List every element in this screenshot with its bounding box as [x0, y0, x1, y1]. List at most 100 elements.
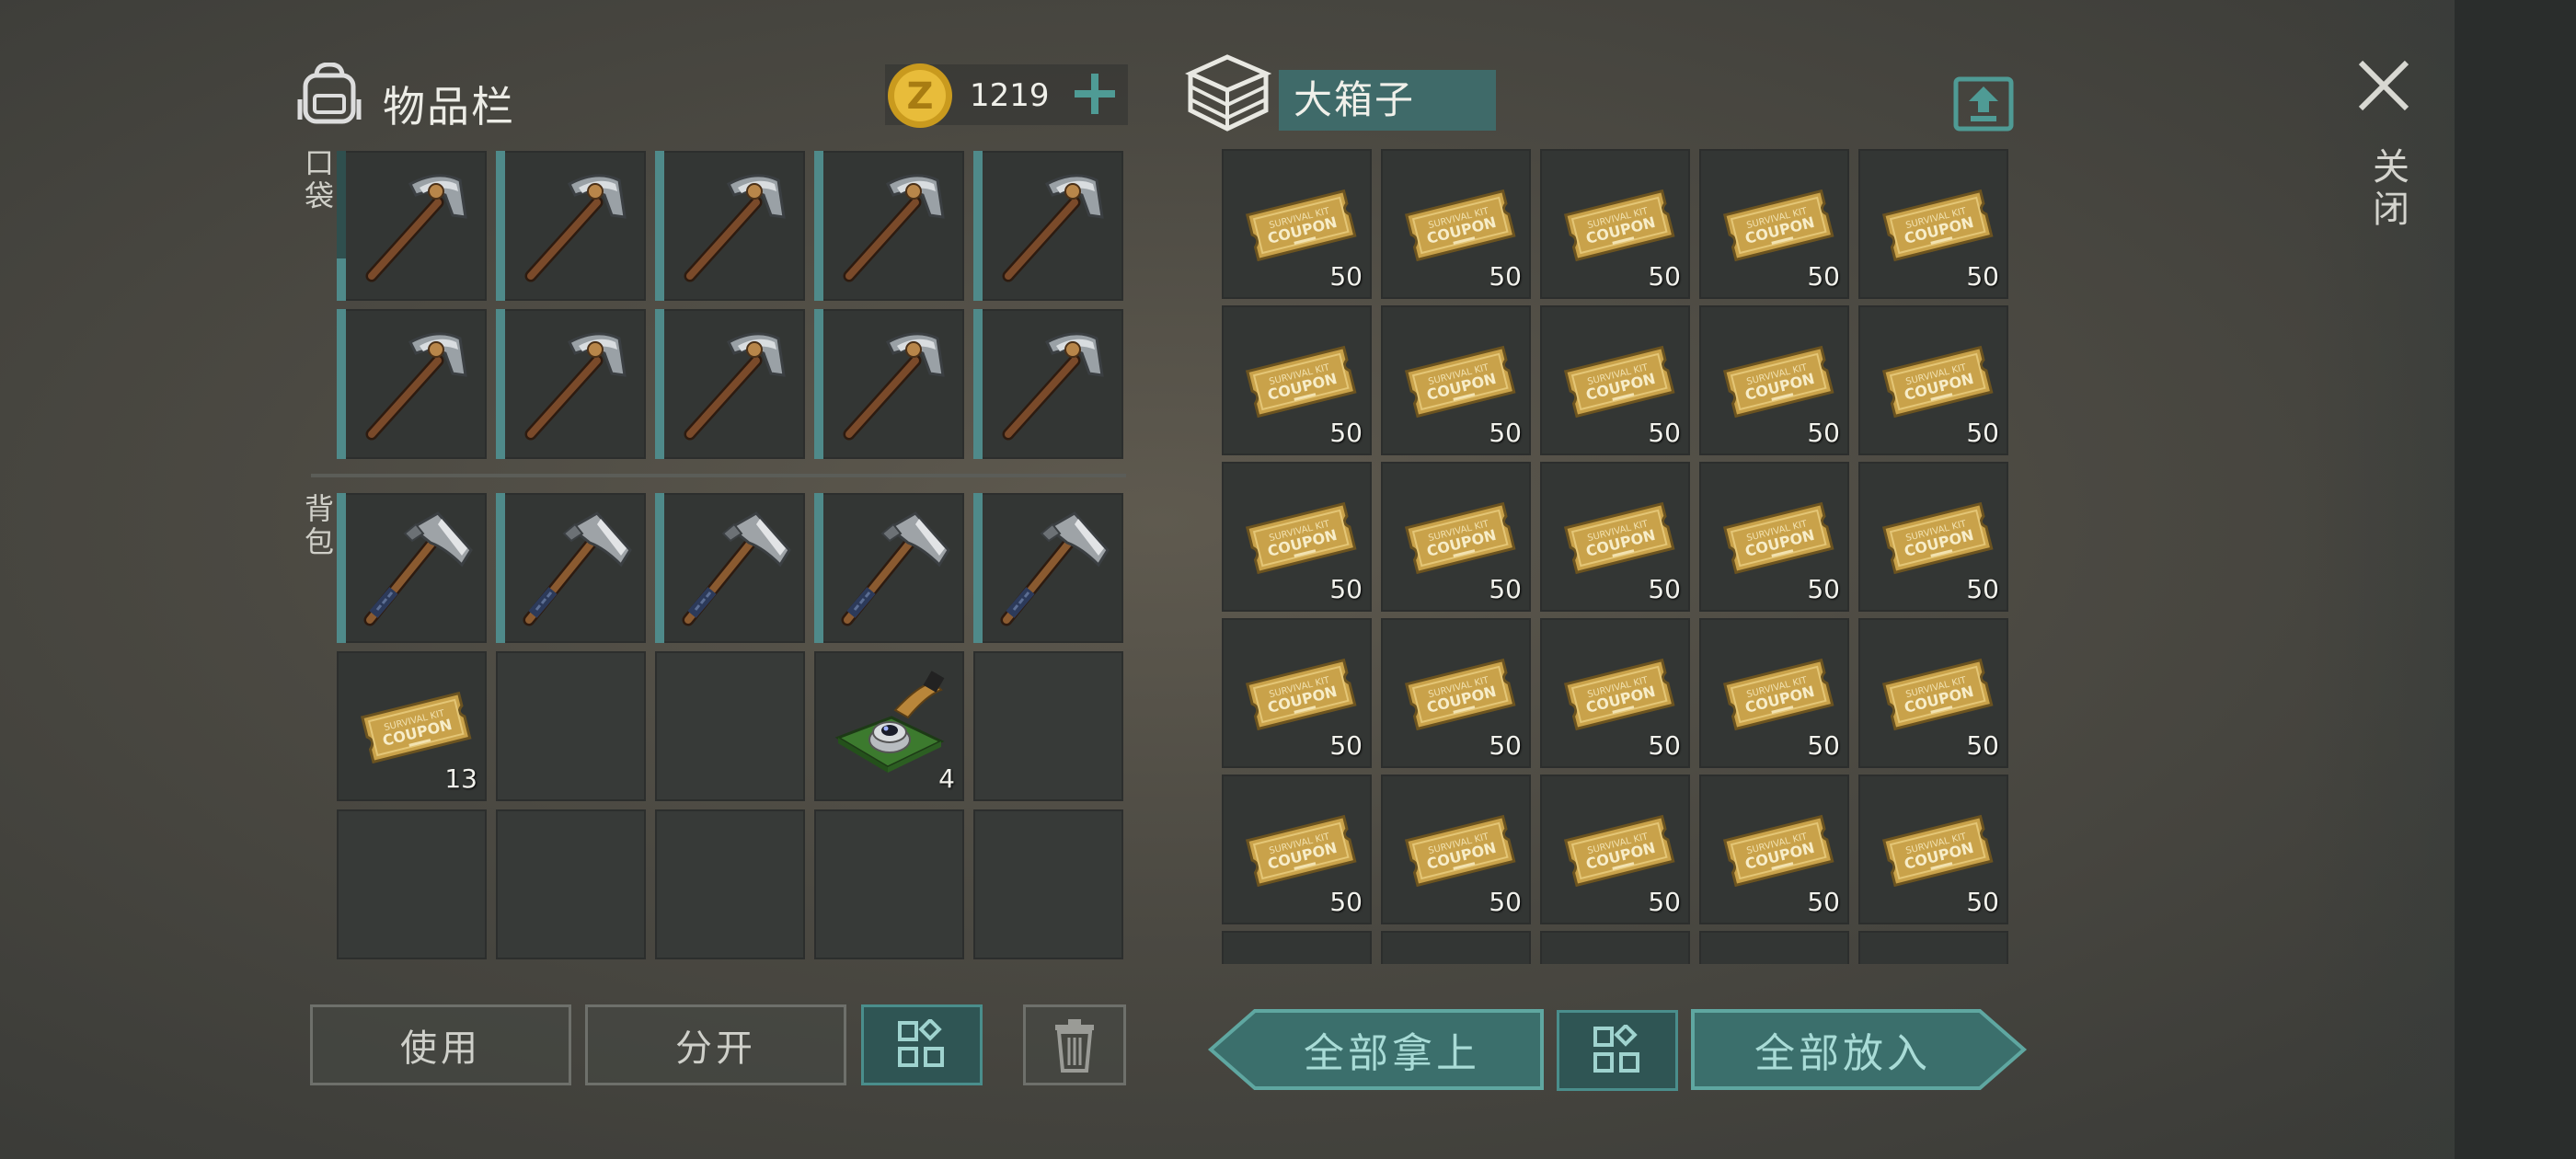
chest-slot[interactable]: SURVIVAL KIT COUPON 50	[1381, 305, 1531, 455]
inventory-slot[interactable]	[655, 309, 805, 459]
item-count: 13	[444, 763, 477, 794]
chest-slot[interactable]: SURVIVAL KIT COUPON 50	[1540, 931, 1690, 964]
inventory-slot[interactable]: 4	[814, 651, 964, 801]
item-count: 50	[1489, 418, 1522, 448]
durability-bar	[973, 309, 983, 459]
chest-slot[interactable]: SURVIVAL KIT COUPON 50	[1222, 149, 1372, 299]
chest-slot[interactable]: SURVIVAL KIT COUPON 50	[1858, 931, 2008, 964]
chest-slot[interactable]: SURVIVAL KIT COUPON 50	[1222, 618, 1372, 768]
empty-slot[interactable]	[814, 809, 964, 959]
chest-slot[interactable]: SURVIVAL KIT COUPON 50	[1222, 305, 1372, 455]
inventory-slot[interactable]	[973, 151, 1123, 301]
inventory-slot[interactable]	[814, 309, 964, 459]
durability-fill	[973, 493, 983, 643]
empty-slot[interactable]	[973, 809, 1123, 959]
chest-slot[interactable]: SURVIVAL KIT COUPON 50	[1699, 305, 1849, 455]
sort-inventory-button[interactable]	[861, 1004, 983, 1085]
trash-icon	[1055, 1019, 1094, 1073]
close-icon[interactable]	[2355, 57, 2412, 114]
chest-slot[interactable]: SURVIVAL KIT COUPON 50	[1699, 462, 1849, 612]
durability-bar	[337, 309, 346, 459]
hatchet-icon	[1000, 511, 1110, 626]
chest-slot[interactable]: SURVIVAL KIT COUPON 50	[1540, 462, 1690, 612]
empty-slot[interactable]	[655, 809, 805, 959]
item-count: 50	[1966, 730, 1999, 761]
inventory-slot[interactable]	[814, 493, 964, 643]
empty-slot[interactable]	[496, 651, 646, 801]
inventory-slot[interactable]	[655, 151, 805, 301]
trash-button[interactable]	[1023, 1004, 1126, 1085]
chest-slot[interactable]: SURVIVAL KIT COUPON 50	[1540, 305, 1690, 455]
chest-slot[interactable]: SURVIVAL KIT COUPON 50	[1540, 149, 1690, 299]
durability-bar	[655, 151, 664, 301]
screen-edge	[2455, 0, 2576, 1159]
chest-slot[interactable]: SURVIVAL KIT COUPON 50	[1540, 618, 1690, 768]
item-count: 50	[1489, 730, 1522, 761]
inventory-slot[interactable]	[337, 309, 487, 459]
item-count: 50	[1329, 730, 1363, 761]
empty-slot[interactable]	[496, 809, 646, 959]
item-count: 50	[1807, 730, 1840, 761]
inventory-slot[interactable]	[496, 493, 646, 643]
durability-fill	[337, 493, 346, 643]
item-count: 50	[1329, 574, 1363, 604]
durability-bar	[337, 493, 346, 643]
pocket-label: 口袋	[300, 147, 335, 213]
chest-slot[interactable]: SURVIVAL KIT COUPON 50	[1858, 149, 2008, 299]
section-divider	[311, 474, 1126, 477]
chest-icon	[1185, 54, 1271, 132]
empty-slot[interactable]	[337, 809, 487, 959]
chest-upload-button[interactable]	[1952, 70, 2015, 132]
camera-module-icon	[834, 671, 945, 773]
chest-slot[interactable]: SURVIVAL KIT COUPON 50	[1699, 931, 1849, 964]
durability-fill	[814, 309, 823, 459]
item-count: 50	[1329, 261, 1363, 292]
durability-fill	[337, 309, 346, 459]
inventory-slot[interactable]	[496, 309, 646, 459]
sort-chest-button[interactable]	[1557, 1010, 1678, 1091]
chest-slot[interactable]: SURVIVAL KIT COUPON 50	[1381, 775, 1531, 924]
put-all-button[interactable]: 全部放入	[1695, 1008, 1991, 1091]
money-amount: 1219	[970, 77, 1050, 114]
inventory-slot[interactable]	[814, 151, 964, 301]
chest-slot[interactable]: SURVIVAL KIT COUPON 50	[1381, 462, 1531, 612]
chest-slot[interactable]: SURVIVAL KIT COUPON 50	[1699, 618, 1849, 768]
inventory-slot[interactable]	[655, 493, 805, 643]
inventory-slot[interactable]	[973, 309, 1123, 459]
close-label[interactable]: 关闭	[2361, 147, 2414, 232]
chest-slot[interactable]: SURVIVAL KIT COUPON 50	[1858, 462, 2008, 612]
chest-slot[interactable]: SURVIVAL KIT COUPON 50	[1222, 931, 1372, 964]
chest-slot[interactable]: SURVIVAL KIT COUPON 50	[1858, 775, 2008, 924]
chest-slot[interactable]: SURVIVAL KIT COUPON 50	[1381, 149, 1531, 299]
empty-slot[interactable]	[973, 651, 1123, 801]
pickaxe-icon	[365, 174, 467, 282]
chest-slot[interactable]: SURVIVAL KIT COUPON 50	[1699, 775, 1849, 924]
durability-bar	[973, 493, 983, 643]
chest-slot[interactable]: SURVIVAL KIT COUPON 50	[1858, 305, 2008, 455]
pickaxe-icon	[524, 174, 627, 282]
add-money-button[interactable]	[1069, 68, 1121, 120]
chest-slot[interactable]: SURVIVAL KIT COUPON 50	[1858, 618, 2008, 768]
durability-fill	[337, 258, 346, 301]
chest-grid[interactable]: SURVIVAL KIT COUPON 50 SURVIVAL KIT COUP…	[1222, 149, 2015, 964]
chest-slot[interactable]: SURVIVAL KIT COUPON 50	[1381, 618, 1531, 768]
durability-fill	[655, 493, 664, 643]
inventory-slot[interactable]	[337, 493, 487, 643]
inventory-slot[interactable]	[496, 151, 646, 301]
chest-slot[interactable]: SURVIVAL KIT COUPON 50	[1222, 775, 1372, 924]
chest-slot[interactable]: SURVIVAL KIT COUPON 50	[1699, 149, 1849, 299]
split-button[interactable]: 分开	[585, 1004, 846, 1085]
durability-bar	[496, 309, 505, 459]
inventory-slot[interactable]: SURVIVAL KIT COUPON 13	[337, 651, 487, 801]
pickaxe-icon	[684, 174, 786, 282]
pickaxe-icon	[365, 332, 467, 441]
chest-slot[interactable]: SURVIVAL KIT COUPON 50	[1381, 931, 1531, 964]
hatchet-icon	[682, 511, 791, 626]
inventory-slot[interactable]	[337, 151, 487, 301]
inventory-slot[interactable]	[973, 493, 1123, 643]
use-button[interactable]: 使用	[310, 1004, 571, 1085]
chest-slot[interactable]: SURVIVAL KIT COUPON 50	[1222, 462, 1372, 612]
take-all-button[interactable]: 全部拿上	[1244, 1008, 1540, 1091]
empty-slot[interactable]	[655, 651, 805, 801]
chest-slot[interactable]: SURVIVAL KIT COUPON 50	[1540, 775, 1690, 924]
